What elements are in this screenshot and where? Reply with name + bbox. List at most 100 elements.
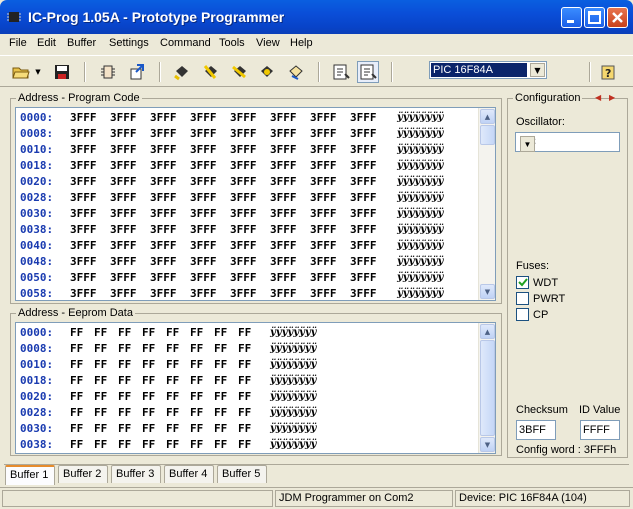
memory-cell[interactable]: 3FFF [110, 158, 137, 174]
memory-cell[interactable]: 3FFF [310, 158, 337, 174]
open-dropdown-button[interactable]: ▼ [33, 61, 43, 83]
memory-cell[interactable]: 3FFF [310, 222, 337, 238]
memory-cell[interactable]: 3FFF [70, 126, 97, 142]
memory-cell[interactable]: 3FFF [70, 110, 97, 126]
memory-cell[interactable]: 3FFF [190, 206, 217, 222]
assembler-view-button[interactable] [330, 61, 352, 83]
memory-cell[interactable]: FF [142, 357, 155, 373]
memory-cell[interactable]: 3FFF [350, 190, 377, 206]
panel-expand-icon[interactable]: ▶ [609, 93, 615, 102]
memory-cell[interactable]: 3FFF [110, 174, 137, 190]
hex-view-button[interactable] [357, 61, 379, 83]
read-device-button[interactable] [171, 61, 193, 83]
memory-cell[interactable]: 3FFF [230, 142, 257, 158]
tab-buffer-4[interactable]: Buffer 4 [164, 465, 214, 483]
memory-cell[interactable]: 3FFF [110, 238, 137, 254]
memory-cell[interactable]: FF [214, 341, 227, 357]
memory-cell[interactable]: FF [166, 405, 179, 421]
memory-cell[interactable]: FF [190, 325, 203, 341]
memory-cell[interactable]: FF [238, 325, 251, 341]
memory-cell[interactable]: 3FFF [350, 254, 377, 270]
memory-cell[interactable]: 3FFF [230, 286, 257, 300]
memory-cell[interactable]: FF [142, 437, 155, 453]
memory-cell[interactable]: FF [190, 357, 203, 373]
memory-cell[interactable]: FF [70, 325, 83, 341]
memory-cell[interactable]: FF [238, 405, 251, 421]
memory-cell[interactable]: FF [190, 405, 203, 421]
memory-cell[interactable]: 3FFF [110, 126, 137, 142]
memory-cell[interactable]: FF [166, 357, 179, 373]
memory-cell[interactable]: FF [238, 437, 251, 453]
memory-cell[interactable]: 3FFF [270, 190, 297, 206]
memory-cell[interactable]: 3FFF [270, 222, 297, 238]
memory-cell[interactable]: 3FFF [190, 126, 217, 142]
memory-cell[interactable]: 3FFF [190, 222, 217, 238]
memory-cell[interactable]: 3FFF [350, 222, 377, 238]
memory-cell[interactable]: FF [94, 405, 107, 421]
memory-cell[interactable]: FF [118, 325, 131, 341]
memory-cell[interactable]: 3FFF [110, 222, 137, 238]
memory-cell[interactable]: 3FFF [230, 270, 257, 286]
erase-device-button[interactable] [229, 61, 251, 83]
memory-cell[interactable]: 3FFF [190, 110, 217, 126]
help-button[interactable]: ? [597, 61, 619, 83]
memory-cell[interactable]: 3FFF [150, 126, 177, 142]
memory-cell[interactable]: 3FFF [190, 238, 217, 254]
memory-cell[interactable]: FF [214, 405, 227, 421]
memory-cell[interactable]: FF [70, 341, 83, 357]
memory-cell[interactable]: FF [142, 389, 155, 405]
menu-settings[interactable]: Settings [109, 37, 149, 49]
cp-checkbox[interactable] [516, 308, 529, 321]
memory-cell[interactable]: FF [94, 389, 107, 405]
memory-cell[interactable]: 3FFF [230, 222, 257, 238]
memory-cell[interactable]: FF [94, 357, 107, 373]
memory-cell[interactable]: FF [190, 373, 203, 389]
configuration-button[interactable] [97, 61, 119, 83]
chevron-down-icon[interactable]: ▼ [530, 63, 545, 77]
memory-cell[interactable]: 3FFF [270, 206, 297, 222]
memory-cell[interactable]: 3FFF [230, 158, 257, 174]
memory-cell[interactable]: FF [214, 357, 227, 373]
memory-cell[interactable]: FF [142, 325, 155, 341]
tab-buffer-5[interactable]: Buffer 5 [217, 465, 267, 483]
program-scrollbar[interactable]: ▲ ▼ [478, 108, 495, 300]
tab-buffer-1[interactable]: Buffer 1 [5, 465, 55, 485]
memory-cell[interactable]: 3FFF [190, 190, 217, 206]
memory-cell[interactable]: FF [94, 373, 107, 389]
menu-buffer[interactable]: Buffer [67, 37, 96, 49]
memory-cell[interactable]: FF [118, 421, 131, 437]
id-value-field[interactable]: FFFF [580, 420, 620, 440]
memory-cell[interactable]: 3FFF [230, 238, 257, 254]
memory-cell[interactable]: 3FFF [230, 190, 257, 206]
memory-cell[interactable]: FF [94, 421, 107, 437]
memory-cell[interactable]: FF [118, 357, 131, 373]
memory-cell[interactable]: 3FFF [230, 174, 257, 190]
memory-cell[interactable]: FF [94, 325, 107, 341]
memory-cell[interactable]: FF [142, 405, 155, 421]
memory-cell[interactable]: 3FFF [70, 286, 97, 300]
memory-cell[interactable]: 3FFF [150, 238, 177, 254]
memory-cell[interactable]: FF [214, 389, 227, 405]
memory-cell[interactable]: 3FFF [270, 158, 297, 174]
memory-cell[interactable]: FF [214, 437, 227, 453]
memory-cell[interactable]: 3FFF [110, 270, 137, 286]
memory-cell[interactable]: 3FFF [270, 110, 297, 126]
memory-cell[interactable]: 3FFF [270, 286, 297, 300]
memory-cell[interactable]: FF [142, 373, 155, 389]
memory-cell[interactable]: 3FFF [270, 238, 297, 254]
save-button[interactable] [51, 61, 73, 83]
tab-buffer-2[interactable]: Buffer 2 [58, 465, 108, 483]
program-device-button[interactable] [200, 61, 222, 83]
memory-cell[interactable]: FF [238, 389, 251, 405]
memory-cell[interactable]: 3FFF [70, 158, 97, 174]
memory-cell[interactable]: 3FFF [230, 206, 257, 222]
memory-cell[interactable]: 3FFF [110, 110, 137, 126]
memory-cell[interactable]: FF [118, 437, 131, 453]
scroll-down-icon[interactable]: ▼ [480, 284, 495, 299]
memory-cell[interactable]: 3FFF [230, 110, 257, 126]
memory-cell[interactable]: FF [238, 357, 251, 373]
memory-cell[interactable]: 3FFF [310, 174, 337, 190]
memory-cell[interactable]: FF [238, 341, 251, 357]
menu-file[interactable]: File [9, 37, 27, 49]
memory-cell[interactable]: FF [166, 325, 179, 341]
